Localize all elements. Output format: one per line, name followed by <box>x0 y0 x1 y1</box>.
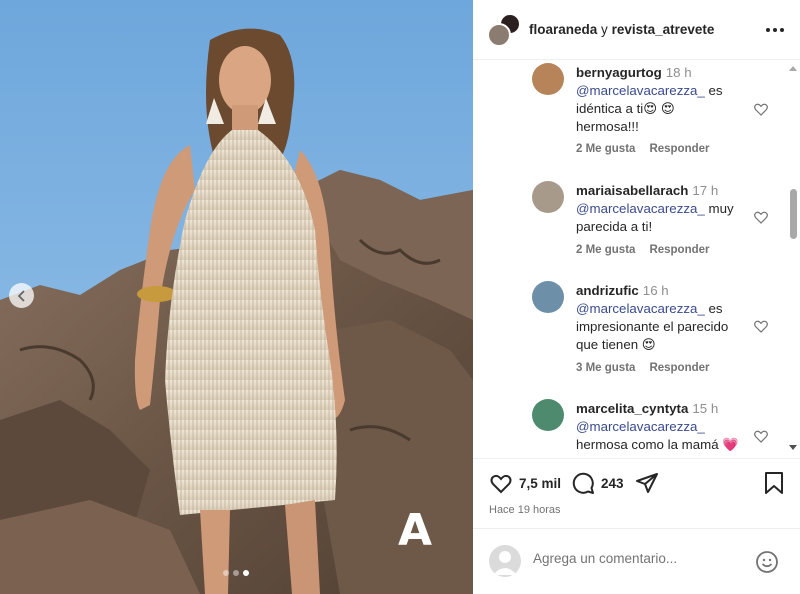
author-link[interactable]: floaraneda <box>529 22 597 37</box>
comment-text: marcelita_cyntyta 15 h @marcelavacarezza_… <box>576 400 756 454</box>
avatar[interactable] <box>532 281 564 313</box>
coauthor-link[interactable]: revista_atrevete <box>612 22 715 37</box>
comment-text: bernyagurtog 18 h @marcelavacarezza_ es i… <box>576 64 736 136</box>
author-avatars[interactable] <box>487 13 523 49</box>
save-button[interactable] <box>763 471 785 495</box>
comment-username[interactable]: mariaisabellarach <box>576 183 688 198</box>
post-timestamp[interactable]: Hace 19 horas <box>489 504 561 516</box>
comment-time[interactable]: 18 h <box>666 65 692 80</box>
comment-mention[interactable]: @marcelavacarezza_ <box>576 419 705 434</box>
carousel-dot-active <box>243 570 249 576</box>
comment-icon <box>572 472 594 494</box>
magazine-logo: A <box>398 505 432 556</box>
comment-text: andrizufic 16 h @marcelavacarezza_ es imp… <box>576 282 736 354</box>
more-options-icon[interactable] <box>763 20 787 40</box>
comment-username[interactable]: andrizufic <box>576 283 639 298</box>
post-image: A <box>0 0 473 594</box>
comment-time[interactable]: 17 h <box>692 183 718 198</box>
comment-mention[interactable]: @marcelavacarezza_ <box>576 301 705 316</box>
comment-likes[interactable]: 2 Me gusta <box>576 244 635 256</box>
heart-icon[interactable] <box>753 101 769 117</box>
authors-joiner: y <box>601 22 608 37</box>
comment-content: hermosa como la mamá 💗 <box>576 437 739 452</box>
share-button[interactable] <box>635 471 659 495</box>
scrollbar-thumb[interactable] <box>790 189 797 239</box>
send-icon <box>636 473 658 493</box>
comment-mention[interactable]: @marcelavacarezza_ <box>576 201 705 216</box>
heart-icon[interactable] <box>753 318 769 334</box>
carousel-dot <box>233 570 239 576</box>
comment-count[interactable]: 243 <box>601 476 624 491</box>
comment-time[interactable]: 16 h <box>643 283 669 298</box>
heart-icon[interactable] <box>753 428 769 444</box>
avatar[interactable] <box>532 399 564 431</box>
post-side-panel: floaraneda y revista_atrevete bernyagurt… <box>473 0 800 594</box>
heart-icon[interactable] <box>753 209 769 225</box>
reply-button[interactable]: Responder <box>649 244 709 256</box>
carousel-prev-button[interactable] <box>9 283 34 308</box>
reply-button[interactable]: Responder <box>649 143 709 155</box>
comment-meta: 2 Me gusta Responder <box>576 244 710 256</box>
comment-likes[interactable]: 3 Me gusta <box>576 362 635 374</box>
post-header: floaraneda y revista_atrevete <box>473 0 800 60</box>
chevron-left-icon <box>17 289 25 302</box>
comment-time[interactable]: 15 h <box>692 401 718 416</box>
carousel-dot <box>223 570 229 576</box>
comment-meta: 2 Me gusta Responder <box>576 143 710 155</box>
avatar <box>489 545 521 577</box>
scroll-down-icon[interactable] <box>787 443 799 453</box>
comment-input[interactable] <box>533 551 733 566</box>
default-user-icon <box>493 551 517 575</box>
comment-button[interactable]: 243 <box>571 471 624 495</box>
comment-username[interactable]: marcelita_cyntyta <box>576 401 688 416</box>
avatar[interactable] <box>487 23 511 47</box>
comment-text: mariaisabellarach 17 h @marcelavacarezza_… <box>576 182 736 236</box>
avatar[interactable] <box>532 181 564 213</box>
emoji-icon[interactable] <box>755 550 779 574</box>
like-count[interactable]: 7,5 mil <box>519 476 561 491</box>
comment-likes[interactable]: 2 Me gusta <box>576 143 635 155</box>
post-authors: floaraneda y revista_atrevete <box>529 22 714 37</box>
add-comment-bar <box>473 528 800 594</box>
like-button[interactable]: 7,5 mil <box>489 471 561 495</box>
post-actions: 7,5 mil 243 Hace 19 horas <box>473 458 800 526</box>
bookmark-icon <box>765 472 783 494</box>
comments-scrollbar[interactable] <box>787 61 799 456</box>
comment-meta: 3 Me gusta Responder <box>576 362 710 374</box>
carousel-dots <box>223 570 249 576</box>
reply-button[interactable]: Responder <box>649 362 709 374</box>
avatar[interactable] <box>532 63 564 95</box>
scroll-up-icon[interactable] <box>787 63 799 73</box>
heart-icon <box>490 474 512 494</box>
comment-mention[interactable]: @marcelavacarezza_ <box>576 83 705 98</box>
comments-list[interactable]: bernyagurtog 18 h @marcelavacarezza_ es i… <box>473 61 800 456</box>
comment-username[interactable]: bernyagurtog <box>576 65 662 80</box>
